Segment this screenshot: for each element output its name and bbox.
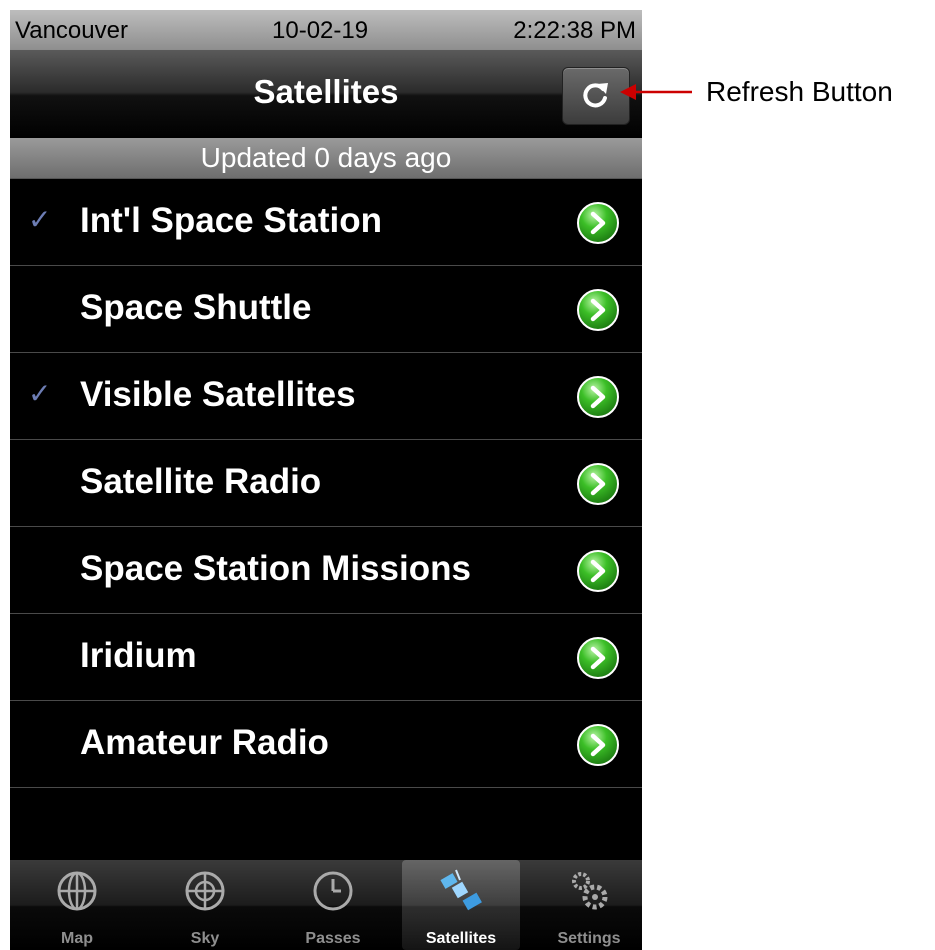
satellite-list: ✓ Int'l Space Station Space Shuttle ✓ Visibl… <box>10 179 642 788</box>
gears-icon <box>572 872 608 910</box>
tab-label: Sky <box>190 930 220 947</box>
list-item[interactable]: Space Shuttle <box>10 266 642 353</box>
status-location: Vancouver <box>15 17 128 44</box>
list-item[interactable]: ✓ Visible Satellites <box>10 353 642 440</box>
disclosure-arrow-icon[interactable] <box>576 636 620 680</box>
annotation-label: Refresh Button <box>706 76 893 107</box>
list-item[interactable]: Satellite Radio <box>10 440 642 527</box>
refresh-icon <box>583 83 608 108</box>
list-item-label: Visible Satellites <box>80 375 356 414</box>
status-time: 2:22:38 PM <box>513 17 636 44</box>
status-date: 10-02-19 <box>272 17 369 44</box>
list-item-label: Int'l Space Station <box>80 201 382 240</box>
tab-label: Passes <box>305 930 361 947</box>
list-item[interactable]: Iridium <box>10 614 642 701</box>
globe-icon <box>57 871 97 911</box>
list-item[interactable]: Amateur Radio <box>10 701 642 788</box>
tab-map[interactable]: Map <box>18 860 136 950</box>
disclosure-arrow-icon[interactable] <box>576 549 620 593</box>
list-item[interactable]: ✓ Int'l Space Station <box>10 179 642 266</box>
annotation-arrow-icon <box>620 84 692 100</box>
tab-sky[interactable]: Sky <box>146 860 264 950</box>
list-item[interactable]: Space Station Missions <box>10 527 642 614</box>
tab-satellites[interactable]: Satellites <box>402 860 520 950</box>
list-item-label: Satellite Radio <box>80 462 322 501</box>
tab-label: Settings <box>557 930 621 947</box>
tab-label: Map <box>61 930 93 947</box>
tab-settings[interactable]: Settings <box>530 860 642 950</box>
tab-label: Satellites <box>425 930 497 947</box>
status-bar: Vancouver 10-02-19 2:22:38 PM <box>10 10 642 50</box>
list-item-label: Amateur Radio <box>80 723 329 762</box>
navigation-bar: Satellites <box>10 50 642 139</box>
list-item-label: Space Station Missions <box>80 549 471 588</box>
list-item-label: Iridium <box>80 636 197 675</box>
list-item-label: Space Shuttle <box>80 288 312 327</box>
satellite-icon <box>440 869 482 911</box>
disclosure-arrow-icon[interactable] <box>576 201 620 245</box>
disclosure-arrow-icon[interactable] <box>576 375 620 419</box>
tab-passes[interactable]: Passes <box>274 860 392 950</box>
sky-grid-icon <box>185 871 225 911</box>
clock-icon <box>313 871 353 911</box>
checkmark-icon: ✓ <box>28 204 52 235</box>
updated-header: Updated 0 days ago <box>10 138 642 179</box>
disclosure-arrow-icon[interactable] <box>576 288 620 332</box>
page-title: Satellites <box>253 73 399 110</box>
tab-bar: Map Sky Passes Satellites Settings <box>10 860 642 950</box>
checkmark-icon: ✓ <box>28 378 52 409</box>
disclosure-arrow-icon[interactable] <box>576 723 620 767</box>
disclosure-arrow-icon[interactable] <box>576 462 620 506</box>
iphone-screen: Vancouver 10-02-19 2:22:38 PM Satellites… <box>10 10 642 950</box>
